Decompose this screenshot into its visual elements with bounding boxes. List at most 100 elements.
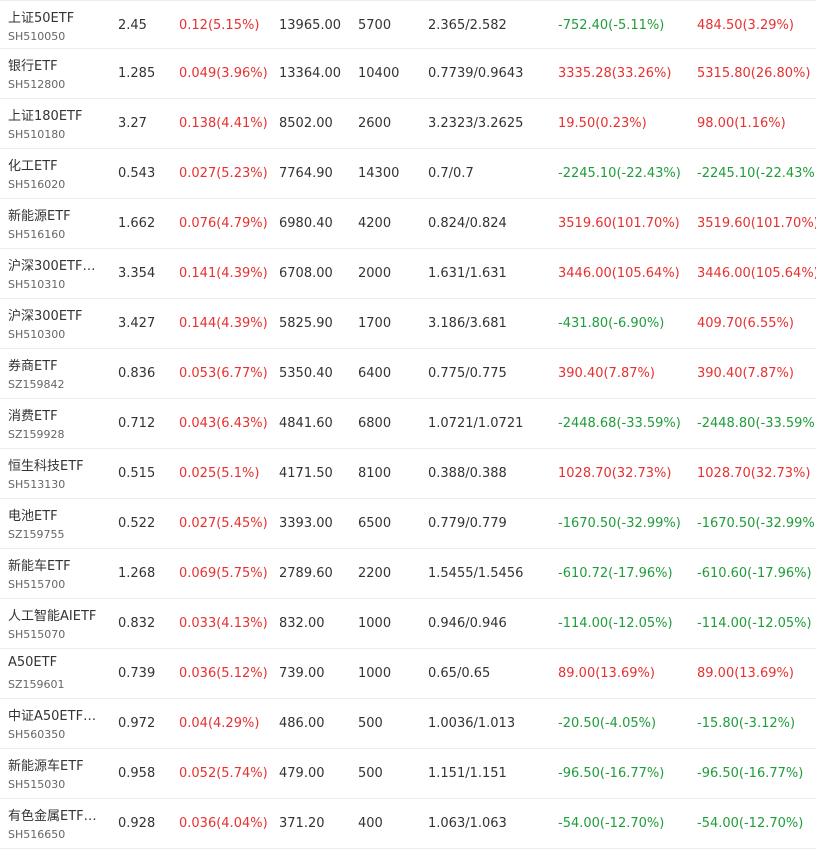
fund-name[interactable]: 新能车ETF: [8, 555, 71, 574]
table-row[interactable]: 恒生科技ETF SH513130 0.515 0.025(5.1%) 4171.…: [0, 449, 816, 499]
market-value: 7764.90: [279, 166, 333, 181]
fund-name-cell[interactable]: A50ETF SZ159601: [8, 649, 108, 698]
table-row[interactable]: 券商ETF SZ159842 0.836 0.053(6.77%) 5350.4…: [0, 349, 816, 399]
fund-name-cell[interactable]: 化工ETF SH516020: [8, 149, 108, 198]
fund-name-cell[interactable]: 沪深300ETF SH510300: [8, 299, 108, 348]
current-price: 0.832: [118, 616, 156, 631]
fund-name-cell[interactable]: 人工智能AIETF SH515070: [8, 599, 108, 648]
fund-name[interactable]: 沪深300ETF…: [8, 255, 95, 274]
current-price: 0.739: [118, 666, 156, 681]
fund-name-cell[interactable]: 沪深300ETF… SH510310: [8, 249, 108, 298]
price-change: 0.049(3.96%): [179, 66, 268, 81]
fund-code: SH510050: [8, 30, 66, 43]
profit-loss-2: -1670.50(-32.99%): [697, 516, 816, 531]
quantity: 2200: [358, 566, 392, 581]
table-row[interactable]: 新能车ETF SH515700 1.268 0.069(5.75%) 2789.…: [0, 549, 816, 599]
fund-name[interactable]: 银行ETF: [8, 55, 58, 74]
table-row[interactable]: 中证A50ETF… SH560350 0.972 0.04(4.29%) 486…: [0, 699, 816, 749]
cost-price: 0.775/0.775: [428, 366, 507, 381]
quantity: 10400: [358, 66, 400, 81]
profit-loss-1: 3446.00(105.64%): [558, 266, 680, 281]
table-row[interactable]: 有色金属ETF… SH516650 0.928 0.036(4.04%) 371…: [0, 799, 816, 849]
table-row[interactable]: 人工智能AIETF SH515070 0.832 0.033(4.13%) 83…: [0, 599, 816, 649]
table-row[interactable]: 上证180ETF SH510180 3.27 0.138(4.41%) 8502…: [0, 99, 816, 149]
fund-name[interactable]: 中证A50ETF…: [8, 705, 96, 724]
fund-name[interactable]: 化工ETF: [8, 155, 58, 174]
profit-loss-1: -752.40(-5.11%): [558, 18, 665, 33]
profit-loss-2: 5315.80(26.80%): [697, 66, 811, 81]
profit-loss-2: 484.50(3.29%): [697, 18, 794, 33]
fund-name-cell[interactable]: 恒生科技ETF SH513130: [8, 449, 108, 498]
market-value: 2789.60: [279, 566, 333, 581]
cost-price: 2.365/2.582: [428, 18, 507, 33]
fund-code: SZ159755: [8, 528, 65, 541]
fund-name[interactable]: A50ETF: [8, 655, 57, 670]
cost-price: 0.779/0.779: [428, 516, 507, 531]
fund-name-cell[interactable]: 上证50ETF SH510050: [8, 1, 108, 50]
fund-name[interactable]: 上证180ETF: [8, 105, 82, 124]
fund-name[interactable]: 消费ETF: [8, 405, 58, 424]
fund-code: SZ159928: [8, 428, 65, 441]
table-row[interactable]: 上证50ETF SH510050 2.45 0.12(5.15%) 13965.…: [0, 0, 816, 49]
fund-name[interactable]: 新能源ETF: [8, 205, 71, 224]
quantity: 2600: [358, 116, 392, 131]
fund-name[interactable]: 人工智能AIETF: [8, 605, 96, 624]
fund-name[interactable]: 上证50ETF: [8, 7, 74, 26]
quantity: 4200: [358, 216, 392, 231]
quantity: 5700: [358, 18, 392, 33]
quantity: 6400: [358, 366, 392, 381]
price-change: 0.141(4.39%): [179, 266, 268, 281]
fund-name-cell[interactable]: 有色金属ETF… SH516650: [8, 799, 108, 848]
fund-name[interactable]: 有色金属ETF…: [8, 805, 97, 824]
fund-name-cell[interactable]: 新能源ETF SH516160: [8, 199, 108, 248]
cost-price: 0.824/0.824: [428, 216, 507, 231]
profit-loss-2: 3446.00(105.64%): [697, 266, 816, 281]
current-price: 1.662: [118, 216, 156, 231]
fund-name[interactable]: 券商ETF: [8, 355, 58, 374]
table-row[interactable]: 沪深300ETF… SH510310 3.354 0.141(4.39%) 67…: [0, 249, 816, 299]
table-row[interactable]: 化工ETF SH516020 0.543 0.027(5.23%) 7764.9…: [0, 149, 816, 199]
profit-loss-2: -114.00(-12.05%): [697, 616, 812, 631]
table-row[interactable]: 沪深300ETF SH510300 3.427 0.144(4.39%) 582…: [0, 299, 816, 349]
fund-code: SH515070: [8, 628, 66, 641]
fund-code: SH510300: [8, 328, 66, 341]
table-row[interactable]: 新能源ETF SH516160 1.662 0.076(4.79%) 6980.…: [0, 199, 816, 249]
market-value: 8502.00: [279, 116, 333, 131]
current-price: 3.27: [118, 116, 147, 131]
fund-name-cell[interactable]: 消费ETF SZ159928: [8, 399, 108, 448]
table-row[interactable]: 银行ETF SH512800 1.285 0.049(3.96%) 13364.…: [0, 49, 816, 99]
market-value: 13965.00: [279, 18, 342, 33]
profit-loss-2: 390.40(7.87%): [697, 366, 794, 381]
profit-loss-1: 390.40(7.87%): [558, 366, 655, 381]
fund-name-cell[interactable]: 上证180ETF SH510180: [8, 99, 108, 148]
table-row[interactable]: A50ETF SZ159601 0.739 0.036(5.12%) 739.0…: [0, 649, 816, 699]
fund-name[interactable]: 沪深300ETF: [8, 305, 82, 324]
quantity: 14300: [358, 166, 400, 181]
holdings-table: 上证50ETF SH510050 2.45 0.12(5.15%) 13965.…: [0, 0, 816, 849]
price-change: 0.053(6.77%): [179, 366, 268, 381]
market-value: 13364.00: [279, 66, 342, 81]
table-row[interactable]: 新能源车ETF SH515030 0.958 0.052(5.74%) 479.…: [0, 749, 816, 799]
table-row[interactable]: 电池ETF SZ159755 0.522 0.027(5.45%) 3393.0…: [0, 499, 816, 549]
profit-loss-2: 98.00(1.16%): [697, 116, 786, 131]
fund-name-cell[interactable]: 中证A50ETF… SH560350: [8, 699, 108, 748]
profit-loss-1: 1028.70(32.73%): [558, 466, 672, 481]
quantity: 6500: [358, 516, 392, 531]
fund-name-cell[interactable]: 新能源车ETF SH515030: [8, 749, 108, 798]
price-change: 0.027(5.45%): [179, 516, 268, 531]
current-price: 0.543: [118, 166, 156, 181]
fund-name[interactable]: 电池ETF: [8, 505, 58, 524]
fund-name-cell[interactable]: 券商ETF SZ159842: [8, 349, 108, 398]
fund-name-cell[interactable]: 新能车ETF SH515700: [8, 549, 108, 598]
profit-loss-2: -96.50(-16.77%): [697, 766, 804, 781]
fund-name-cell[interactable]: 电池ETF SZ159755: [8, 499, 108, 548]
fund-name-cell[interactable]: 银行ETF SH512800: [8, 49, 108, 98]
fund-name[interactable]: 恒生科技ETF: [8, 455, 84, 474]
price-change: 0.04(4.29%): [179, 716, 260, 731]
profit-loss-1: -1670.50(-32.99%): [558, 516, 681, 531]
price-change: 0.036(5.12%): [179, 666, 268, 681]
table-row[interactable]: 消费ETF SZ159928 0.712 0.043(6.43%) 4841.6…: [0, 399, 816, 449]
profit-loss-1: -96.50(-16.77%): [558, 766, 665, 781]
fund-name[interactable]: 新能源车ETF: [8, 755, 84, 774]
cost-price: 1.063/1.063: [428, 816, 507, 831]
